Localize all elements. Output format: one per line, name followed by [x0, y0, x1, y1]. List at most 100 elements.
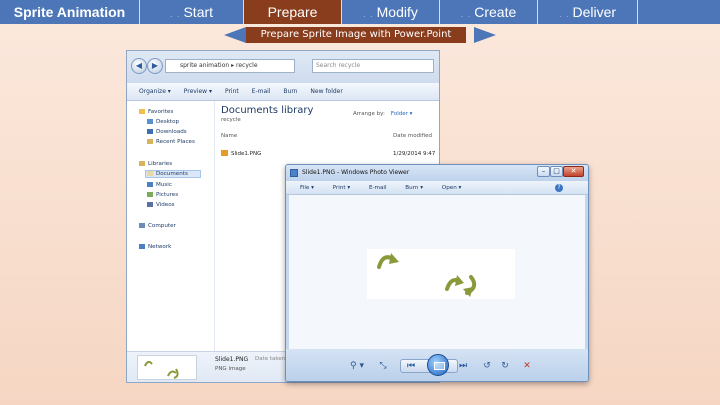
nav-downloads[interactable]: Downloads — [147, 129, 187, 135]
menu-print[interactable]: Print ▾ — [333, 185, 350, 191]
file-thumbnail — [137, 355, 197, 380]
videos-icon — [147, 202, 153, 207]
new-folder-button[interactable]: New folder — [310, 88, 342, 95]
nav-documents[interactable]: Documents — [145, 170, 201, 178]
nav-libraries[interactable]: Libraries — [139, 161, 172, 167]
help-icon[interactable]: ? — [555, 184, 563, 192]
nav-label: Desktop — [156, 119, 180, 125]
menu-file[interactable]: File ▾ — [300, 185, 314, 191]
maximize-icon[interactable]: □ — [550, 166, 563, 177]
tab-deliver[interactable]: . . Deliver — [538, 0, 638, 24]
nav-videos[interactable]: Videos — [147, 202, 175, 208]
previous-icon[interactable]: ⏮ — [404, 359, 418, 373]
column-name[interactable]: Name — [221, 133, 237, 139]
actual-size-icon[interactable]: ⤡ — [376, 359, 390, 373]
nav-label: Pictures — [156, 192, 179, 198]
delete-icon[interactable]: ✕ — [520, 359, 534, 373]
tab-start-label: Start — [183, 4, 214, 20]
library-title: Documents library — [221, 105, 314, 116]
nav-label: Videos — [156, 202, 175, 208]
tab-dots: . . — [558, 9, 570, 19]
nav-label: Favorites — [148, 109, 174, 115]
viewer-controls: ⚲ ▾ ⤡ ⏮ ⏭ ↺ ↻ ✕ — [286, 349, 588, 381]
image-canvas — [289, 195, 585, 349]
email-button[interactable]: E-mail — [252, 88, 271, 95]
explorer-nav-pane: Favorites Desktop Downloads Recent Place… — [127, 101, 215, 351]
explorer-address-bar: ◀ ▶ sprite animation ▸ recycle Search re… — [127, 51, 439, 83]
address-field[interactable]: sprite animation ▸ recycle — [165, 59, 295, 73]
tab-dots: . . — [169, 9, 181, 19]
close-icon[interactable]: ✕ — [563, 166, 584, 177]
music-icon — [147, 182, 153, 187]
nav-desktop[interactable]: Desktop — [147, 119, 179, 125]
forward-arrow-icon[interactable]: ▶ — [147, 58, 163, 74]
prev-slide-arrow-icon[interactable] — [224, 27, 246, 43]
menu-email[interactable]: E-mail — [369, 185, 387, 191]
folder-icon — [147, 139, 153, 144]
computer-icon — [139, 223, 145, 228]
organize-button[interactable]: Organize ▾ — [139, 88, 171, 95]
minimize-icon[interactable]: – — [537, 166, 550, 177]
print-button[interactable]: Print — [225, 88, 239, 95]
zoom-icon[interactable]: ⚲ ▾ — [348, 359, 366, 373]
nav-recent-places[interactable]: Recent Places — [147, 139, 195, 145]
nav-pictures[interactable]: Pictures — [147, 192, 178, 198]
nav-label: Libraries — [148, 161, 173, 167]
png-file-icon — [221, 150, 228, 156]
tab-dots: . . — [460, 9, 472, 19]
file-name: Slide1.PNG — [231, 151, 262, 157]
nav-label: Network — [148, 244, 172, 250]
slideshow-icon[interactable] — [427, 354, 449, 376]
file-date: 1/29/2014 9:47 — [393, 151, 436, 157]
nav-label: Documents — [156, 171, 188, 177]
download-icon — [147, 129, 153, 134]
burn-button[interactable]: Burn — [283, 88, 297, 95]
file-row[interactable]: Slide1.PNG 1/29/2014 9:47 — [219, 149, 439, 159]
tab-start[interactable]: . . Start — [140, 0, 244, 24]
network-icon — [139, 244, 145, 249]
top-nav: Sprite Animation . . Start Prepare . . Mod… — [0, 0, 720, 24]
nav-label: Downloads — [156, 129, 187, 135]
viewer-title-bar: Slide1.PNG - Windows Photo Viewer – □ ✕ — [286, 165, 588, 181]
tab-create-label: Create — [474, 4, 517, 20]
recycle-arrows-icon — [377, 253, 477, 297]
tab-prepare-label: Prepare — [267, 4, 318, 20]
pictures-icon — [147, 192, 153, 197]
star-icon — [139, 109, 145, 114]
rotate-clockwise-icon[interactable]: ↻ — [498, 359, 512, 373]
explorer-toolbar: Organize ▾ Preview ▾ Print E-mail Burn N… — [127, 83, 439, 101]
detail-file-type: PNG image — [215, 366, 246, 372]
nav-computer[interactable]: Computer — [139, 223, 176, 229]
menu-burn[interactable]: Burn ▾ — [405, 185, 423, 191]
next-slide-arrow-icon[interactable] — [474, 27, 496, 43]
tab-prepare[interactable]: Prepare — [244, 0, 342, 24]
arrange-by[interactable]: Arrange by: Folder ▾ — [353, 111, 412, 117]
nav-label: Music — [156, 182, 172, 188]
column-date-modified[interactable]: Date modified — [393, 133, 432, 139]
menu-open[interactable]: Open ▾ — [442, 185, 462, 191]
preview-button[interactable]: Preview ▾ — [184, 88, 212, 95]
tab-modify-label: Modify — [376, 4, 418, 20]
arrange-value: Folder ▾ — [390, 111, 413, 117]
sprite-thumbnail-icon — [144, 360, 179, 379]
rotate-counterclockwise-icon[interactable]: ↺ — [480, 359, 494, 373]
nav-music[interactable]: Music — [147, 182, 172, 188]
tab-deliver-label: Deliver — [572, 4, 617, 20]
photo-viewer-window: Slide1.PNG - Windows Photo Viewer – □ ✕ … — [285, 164, 589, 382]
library-icon — [139, 161, 145, 166]
sprite-image — [367, 249, 515, 299]
desktop-icon — [147, 119, 153, 124]
next-icon[interactable]: ⏭ — [456, 359, 470, 373]
tab-modify[interactable]: . . Modify — [342, 0, 440, 24]
photo-viewer-app-icon — [290, 169, 298, 177]
search-input[interactable]: Search recycle — [312, 59, 434, 73]
back-arrow-icon[interactable]: ◀ — [131, 58, 147, 74]
library-subfolder[interactable]: recycle — [221, 117, 241, 123]
tab-create[interactable]: . . Create — [440, 0, 538, 24]
presentation-title: Sprite Animation — [0, 0, 140, 24]
nav-network[interactable]: Network — [139, 244, 171, 250]
detail-file-name: Slide1.PNG — [215, 356, 249, 363]
nav-label: Recent Places — [156, 139, 195, 145]
nav-favorites[interactable]: Favorites — [139, 109, 173, 115]
